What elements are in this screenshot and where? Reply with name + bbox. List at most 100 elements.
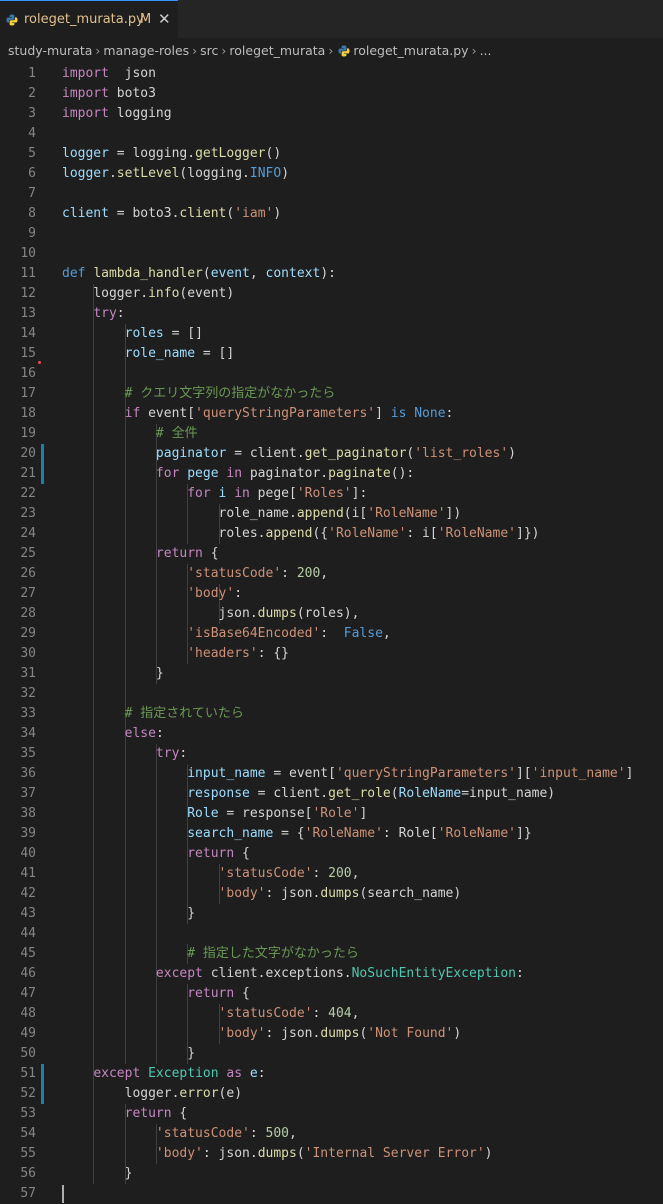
code-line[interactable]: 22 for i in pege['Roles']:	[0, 484, 663, 504]
code-line[interactable]: 35 try:	[0, 744, 663, 764]
close-icon[interactable]: ✕	[158, 10, 171, 28]
code-line[interactable]: 3 import logging	[0, 104, 663, 124]
code-line[interactable]: 50 }	[0, 1044, 663, 1064]
code-line[interactable]: 57	[0, 1184, 663, 1204]
code-line[interactable]: 27 'body':	[0, 584, 663, 604]
code-line[interactable]: 47 return {	[0, 984, 663, 1004]
code-line[interactable]: 29 'isBase64Encoded': False,	[0, 624, 663, 644]
code-token: ():	[390, 466, 415, 481]
code-line[interactable]: 19 # 全件	[0, 424, 663, 444]
code-token: return	[187, 846, 235, 861]
code-token: (	[202, 266, 211, 281]
code-line[interactable]: 14 roles = []	[0, 324, 663, 344]
code-line[interactable]: 24 roles.append({'RoleName': i['RoleName…	[0, 524, 663, 544]
breadcrumb-src[interactable]: src	[200, 43, 218, 58]
code-line[interactable]: 10	[0, 244, 663, 264]
code-line[interactable]: 25 return {	[0, 544, 663, 564]
code-token: = boto3.	[108, 206, 180, 221]
code-line[interactable]: 23 role_name.append(i['RoleName'])	[0, 504, 663, 524]
breadcrumb-study-murata[interactable]: study-murata	[8, 43, 92, 58]
code-line[interactable]: 40 return {	[0, 844, 663, 864]
code-token: ]	[625, 766, 634, 781]
code-line[interactable]: 18 if event['queryStringParameters'] is …	[0, 404, 663, 424]
line-number: 24	[20, 526, 36, 541]
code-token: dumps	[320, 1026, 360, 1041]
code-line[interactable]: 11 def lambda_handler(event, context):	[0, 264, 663, 284]
breadcrumb-manage-roles[interactable]: manage-roles	[103, 43, 189, 58]
code-line[interactable]: 34 else:	[0, 724, 663, 744]
code-token: .	[108, 166, 117, 181]
code-token: info	[148, 286, 180, 301]
breadcrumb-symbols[interactable]: ...	[480, 43, 492, 58]
code-line[interactable]: 6 logger.setLevel(logging.INFO)	[0, 164, 663, 184]
code-token: 'RoleName'	[437, 826, 516, 841]
code-line[interactable]: 36 input_name = event['queryStringParame…	[0, 764, 663, 784]
code-line[interactable]: 8 client = boto3.client('iam')	[0, 204, 663, 224]
code-token: except	[155, 966, 203, 981]
code-token: dumps	[257, 1146, 297, 1161]
code-line[interactable]: 55 'body': json.dumps('Internal Server E…	[0, 1144, 663, 1164]
code-line[interactable]: 16	[0, 364, 663, 384]
code-line[interactable]: 44	[0, 924, 663, 944]
line-number: 40	[20, 846, 36, 861]
code-line[interactable]: 2 import boto3	[0, 84, 663, 104]
code-token: 'input_name'	[531, 766, 626, 781]
code-line[interactable]: 49 'body': json.dumps('Not Found')	[0, 1024, 663, 1044]
code-line[interactable]: 42 'body': json.dumps(search_name)	[0, 884, 663, 904]
code-token: )	[453, 1026, 462, 1041]
breadcrumb-roleget-murata-folder[interactable]: roleget_murata	[229, 43, 325, 58]
code-token: = event[	[265, 766, 336, 781]
code-text: role_name = []	[62, 344, 235, 364]
code-text: 'statusCode': 500,	[62, 1124, 297, 1144]
code-line[interactable]: 26 'statusCode': 200,	[0, 564, 663, 584]
code-line[interactable]: 38 Role = response['Role']	[0, 804, 663, 824]
code-line[interactable]: 46 except client.exceptions.NoSuchEntity…	[0, 964, 663, 984]
code-line[interactable]: 30 'headers': {}	[0, 644, 663, 664]
code-line[interactable]: 12 logger.info(event)	[0, 284, 663, 304]
code-line[interactable]: 39 search_name = {'RoleName': Role['Role…	[0, 824, 663, 844]
line-number: 10	[20, 246, 36, 261]
code-token: False	[343, 626, 383, 641]
code-line[interactable]: 1 import json	[0, 64, 663, 84]
code-token: 200	[328, 866, 352, 881]
code-line[interactable]: 54 'statusCode': 500,	[0, 1124, 663, 1144]
code-line[interactable]: 52 logger.error(e)	[0, 1084, 663, 1104]
code-line[interactable]: 17 # クエリ文字列の指定がなかったら	[0, 384, 663, 404]
code-text: logger.info(event)	[62, 284, 234, 304]
code-line[interactable]: 51 except Exception as e:	[0, 1064, 663, 1084]
code-line[interactable]: 41 'statusCode': 200,	[0, 864, 663, 884]
code-line[interactable]: 53 return {	[0, 1104, 663, 1124]
code-line[interactable]: 9	[0, 224, 663, 244]
code-line[interactable]: 15 role_name = []	[0, 344, 663, 364]
code-line[interactable]: 20 paginator = client.get_paginator('lis…	[0, 444, 663, 464]
code-text: logger.error(e)	[62, 1084, 242, 1104]
code-token: )	[273, 206, 282, 221]
code-line[interactable]: 13 try:	[0, 304, 663, 324]
code-token: return	[124, 1106, 172, 1121]
code-token: : Role[	[382, 826, 438, 841]
code-line[interactable]: 33 # 指定されていたら	[0, 704, 663, 724]
code-line[interactable]: 7	[0, 184, 663, 204]
code-line[interactable]: 5 logger = logging.getLogger()	[0, 144, 663, 164]
code-line[interactable]: 28 json.dumps(roles),	[0, 604, 663, 624]
code-text: # 全件	[62, 424, 198, 444]
code-token: (	[390, 786, 399, 801]
code-line[interactable]: 4	[0, 124, 663, 144]
code-editor[interactable]: 1 import json 2 import boto3 3 import logging…	[0, 62, 663, 1203]
code-line[interactable]: 31 }	[0, 664, 663, 684]
breadcrumb-file[interactable]: roleget_murata.py	[353, 43, 468, 58]
tab-roleget-murata[interactable]: roleget_murata.py M ✕	[0, 0, 178, 38]
code-line[interactable]: 37 response = client.get_role(RoleName=i…	[0, 784, 663, 804]
code-line[interactable]: 43 }	[0, 904, 663, 924]
code-line[interactable]: 45 # 指定した文字がなかったら	[0, 944, 663, 964]
code-token: 'headers'	[187, 646, 258, 661]
code-token: paginate	[328, 466, 391, 481]
code-token: pege	[187, 466, 219, 481]
code-line[interactable]: 21 for pege in paginator.paginate():	[0, 464, 663, 484]
code-line[interactable]: 56 }	[0, 1164, 663, 1184]
code-token: try	[155, 746, 180, 761]
code-line[interactable]: 48 'statusCode': 404,	[0, 1004, 663, 1024]
code-text: import logging	[62, 104, 172, 124]
code-line[interactable]: 32	[0, 684, 663, 704]
